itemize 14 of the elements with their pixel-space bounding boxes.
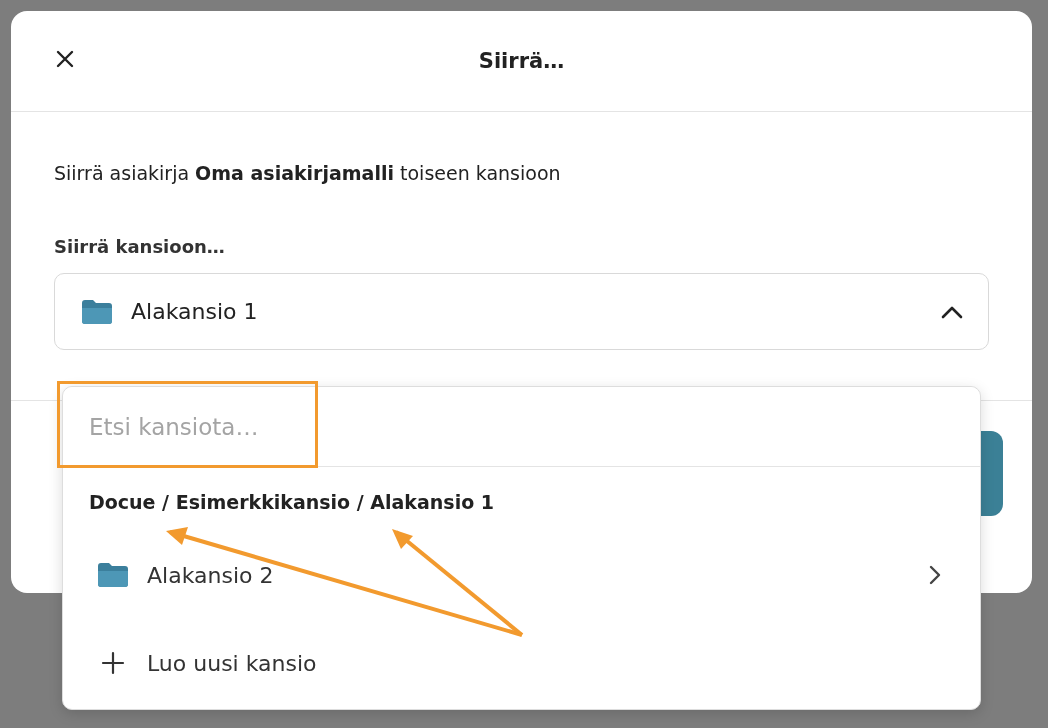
folder-item[interactable]: Alakansio 2 [63, 531, 980, 619]
folder-icon [81, 298, 113, 325]
close-icon [55, 49, 75, 69]
create-folder-item[interactable]: Luo uusi kansio [63, 619, 980, 707]
plus-icon [101, 651, 125, 675]
field-label: Siirrä kansioon… [54, 236, 226, 257]
breadcrumb: Docue / Esimerkkikansio / Alakansio 1 [88, 490, 496, 515]
folder-icon [97, 562, 129, 588]
search-field[interactable]: Etsi kansiota… [63, 387, 980, 467]
folder-select[interactable]: Alakansio 1 [54, 273, 989, 350]
description-text: Siirrä asiakirja Oma asiakirjamalli toiseen kansioon [54, 162, 562, 184]
select-value: Alakansio 1 [131, 299, 259, 324]
dialog-title: Siirrä… [478, 49, 565, 73]
chevron-right-icon [928, 564, 942, 586]
